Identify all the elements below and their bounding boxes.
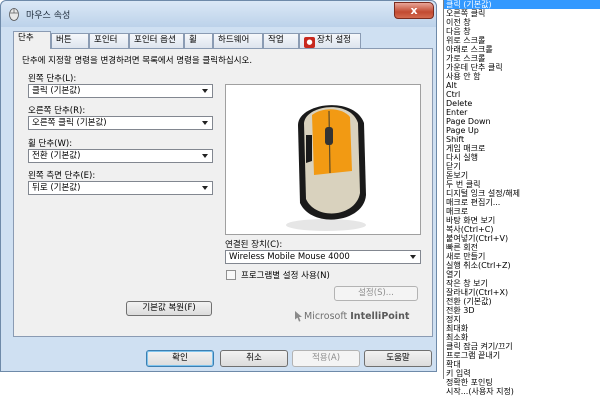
right-button-select[interactable]: 오른쪽 클릭 (기본값): [28, 116, 213, 130]
command-list-item[interactable]: 붙여넣기(Ctrl+V): [444, 234, 600, 243]
wheel-button-select[interactable]: 전환 (기본값): [28, 149, 213, 163]
command-list-item[interactable]: 빠른 회전: [444, 243, 600, 252]
program-settings-checkbox[interactable]: [226, 270, 236, 280]
tab-task[interactable]: 작업: [263, 33, 299, 48]
instruction-text: 단추에 지정할 명령을 변경하려면 목록에서 명령을 클릭하십시오.: [22, 56, 253, 66]
ok-button[interactable]: 확인: [146, 350, 214, 367]
tab-device-settings-label: 장치 설정: [317, 35, 351, 45]
left-side-button-label: 왼쪽 측면 단추(E):: [28, 171, 96, 181]
command-list-item[interactable]: 정확한 포인팅: [444, 378, 600, 387]
wheel-button-label: 휠 단추(W):: [28, 139, 73, 149]
command-list-item[interactable]: 매크로 편집기...: [444, 198, 600, 207]
command-list-item[interactable]: 아래로 스크롤: [444, 45, 600, 54]
command-list-item[interactable]: Delete: [444, 99, 600, 108]
command-list-item[interactable]: 돋보기: [444, 171, 600, 180]
command-list-item[interactable]: 최대화: [444, 324, 600, 333]
command-list-item[interactable]: 다시 실행: [444, 153, 600, 162]
left-side-button-select[interactable]: 뒤로 (기본값): [28, 181, 213, 195]
chevron-down-icon: [202, 121, 208, 125]
command-list-item[interactable]: 가운데 단추 클릭: [444, 63, 600, 72]
tab-buttons[interactable]: 단추: [13, 31, 51, 49]
command-list-item[interactable]: 닫기: [444, 162, 600, 171]
command-list-item[interactable]: 복사(Ctrl+C): [444, 225, 600, 234]
command-list-item[interactable]: 키 입력: [444, 369, 600, 378]
program-settings-label[interactable]: 프로그램별 설정 사용(N): [241, 269, 330, 281]
command-list-item[interactable]: 디지털 잉크 설정/해제: [444, 189, 600, 198]
command-list-item[interactable]: 이전 창: [444, 18, 600, 27]
intellipoint-logo-icon: [295, 311, 302, 322]
command-list-item[interactable]: 다음 창: [444, 27, 600, 36]
left-side-button-value: 뒤로 (기본값): [32, 183, 81, 193]
command-list-item[interactable]: 바탕 화면 보기: [444, 216, 600, 225]
command-list-item[interactable]: Alt: [444, 81, 600, 90]
chevron-down-icon: [410, 255, 416, 259]
command-dropdown-list[interactable]: 클릭 (기본값) 오른쪽 클릭 이전 창 다음 창 위로 스크롤 아래로 스크롤 가로 스크…: [443, 0, 600, 396]
tab-hardware[interactable]: 하드웨어: [213, 33, 263, 48]
command-list-item[interactable]: 시작...(사용자 지정): [444, 387, 600, 396]
command-list-item[interactable]: Page Down: [444, 117, 600, 126]
command-list-item[interactable]: Enter: [444, 108, 600, 117]
connected-device-label: 연결된 장치(C):: [225, 240, 283, 250]
device-settings-icon: ●: [304, 37, 315, 48]
command-list-item[interactable]: 전환 (기본값): [444, 297, 600, 306]
wheel-button-value: 전환 (기본값): [32, 151, 81, 161]
command-list-item[interactable]: 위로 스크롤: [444, 36, 600, 45]
tab-device-settings[interactable]: ● 장치 설정: [299, 33, 361, 48]
command-list-item[interactable]: 잘라내기(Ctrl+X): [444, 288, 600, 297]
chevron-down-icon: [202, 89, 208, 93]
tab-wheel[interactable]: 휠: [184, 33, 213, 48]
command-list-item[interactable]: 클릭 잠금 켜기/끄기: [444, 342, 600, 351]
command-list-item[interactable]: 두 번 클릭: [444, 180, 600, 189]
left-button-select[interactable]: 클릭 (기본값): [28, 84, 213, 98]
command-list-item[interactable]: 정지: [444, 315, 600, 324]
left-button-value: 클릭 (기본값): [32, 86, 81, 96]
settings-button[interactable]: 설정(S)...: [334, 286, 418, 301]
apply-button[interactable]: 적용(A): [292, 350, 360, 367]
command-list-item[interactable]: 열기: [444, 270, 600, 279]
command-list-item[interactable]: 확대: [444, 360, 600, 369]
command-list-item[interactable]: 사용 안 함: [444, 72, 600, 81]
tab-button[interactable]: 버튼: [51, 33, 89, 48]
mouse-image-box: [225, 84, 421, 235]
cancel-button[interactable]: 취소: [220, 350, 288, 367]
command-list-item[interactable]: 가로 스크롤: [444, 54, 600, 63]
title-bar[interactable]: 마우스 속성 x: [1, 1, 436, 27]
mouse-icon: [9, 8, 19, 21]
command-list-item[interactable]: 최소화: [444, 333, 600, 342]
command-list-item[interactable]: 오른쪽 클릭: [444, 9, 600, 18]
right-button-label: 오른쪽 단추(R):: [28, 106, 86, 116]
command-list-item[interactable]: Page Up: [444, 126, 600, 135]
command-list-item[interactable]: 실행 취소(Ctrl+Z): [444, 261, 600, 270]
command-list-item[interactable]: 매크로: [444, 207, 600, 216]
command-list-item[interactable]: 게임 매크로: [444, 144, 600, 153]
tab-pointer-options[interactable]: 포인터 옵션: [129, 33, 184, 48]
connected-device-value: Wireless Mobile Mouse 4000: [229, 252, 350, 262]
brand-name: IntelliPoint: [350, 311, 410, 322]
right-button-value: 오른쪽 클릭 (기본값): [32, 118, 107, 128]
left-button-label: 왼쪽 단추(L):: [28, 74, 77, 84]
chevron-down-icon: [202, 186, 208, 190]
command-list-item[interactable]: 프로그램 끝내기: [444, 351, 600, 360]
brand-prefix: Microsoft: [304, 311, 351, 322]
command-list-item[interactable]: 작은 창 보기: [444, 279, 600, 288]
restore-defaults-button[interactable]: 기본값 복원(F): [126, 301, 212, 316]
mouse-illustration: [286, 105, 366, 231]
tab-pointer[interactable]: 포인터: [89, 33, 129, 48]
mouse-properties-dialog: 마우스 속성 x 단추 버튼 포인터 포인터 옵션 휠 하드웨어 작업 ● 장치 …: [0, 0, 437, 372]
close-button[interactable]: x: [394, 2, 434, 19]
buttons-panel: 단추에 지정할 명령을 변경하려면 목록에서 명령을 클릭하십시오. 왼쪽 단추…: [13, 48, 433, 337]
chevron-down-icon: [202, 154, 208, 158]
connected-device-select[interactable]: Wireless Mobile Mouse 4000: [225, 250, 421, 264]
window-title: 마우스 속성: [26, 11, 71, 21]
command-list-item[interactable]: 전환 3D: [444, 306, 600, 315]
brand-text: Microsoft IntelliPoint: [304, 311, 409, 322]
command-list-item[interactable]: Shift: [444, 135, 600, 144]
help-button[interactable]: 도움말: [364, 350, 432, 367]
command-list-item[interactable]: 클릭 (기본값): [444, 0, 600, 9]
command-list-item[interactable]: Ctrl: [444, 90, 600, 99]
command-list-item[interactable]: 새로 만들기: [444, 252, 600, 261]
